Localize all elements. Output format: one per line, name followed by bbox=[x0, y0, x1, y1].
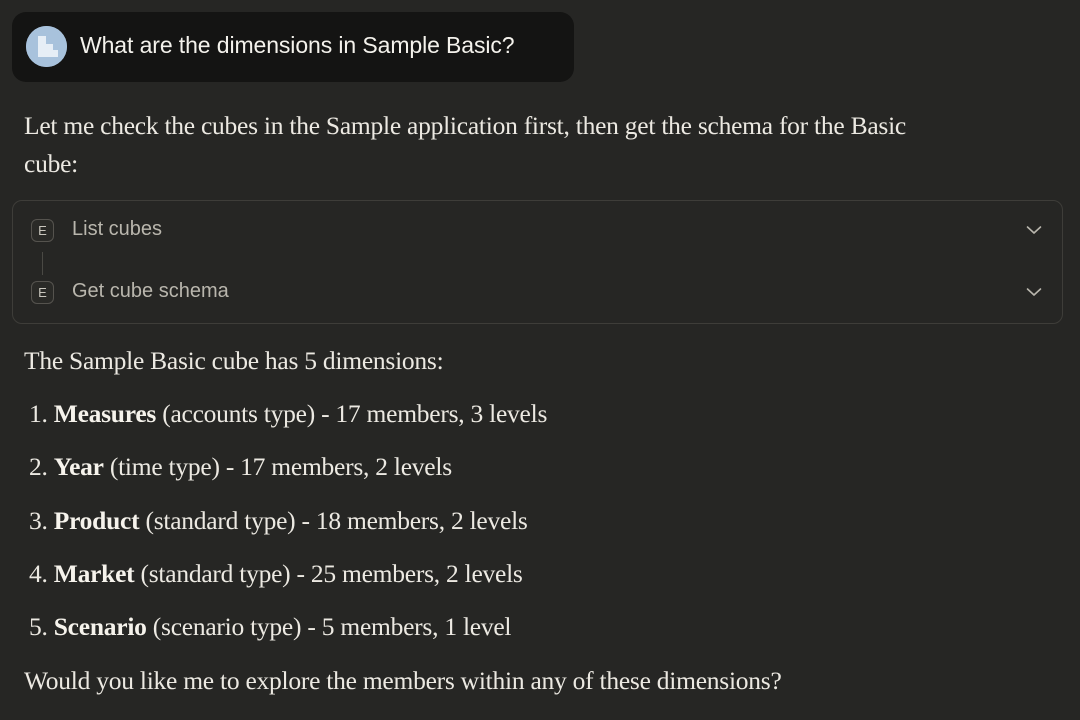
assistant-intro-line-2: cube: bbox=[24, 149, 78, 178]
tool-call-get-cube-schema[interactable]: E Get cube schema bbox=[13, 273, 1062, 313]
dimension-name: Product bbox=[53, 505, 140, 535]
dimension-number: 5. bbox=[29, 612, 48, 642]
dimension-number: 1. bbox=[29, 399, 48, 428]
user-message-bubble: What are the dimensions in Sample Basic? bbox=[12, 12, 574, 82]
tool-call-label: Get cube schema bbox=[72, 280, 229, 302]
tool-call-list-cubes[interactable]: E List cubes bbox=[13, 211, 1062, 251]
dimension-detail: (accounts type) - 17 members, 3 levels bbox=[162, 399, 548, 428]
dimensions-list: 1. Measures (accounts type) - 17 members… bbox=[29, 396, 547, 662]
tool-badge: E bbox=[31, 281, 54, 304]
dimension-detail: (standard type) - 18 members, 2 levels bbox=[145, 505, 528, 535]
dimension-number: 3. bbox=[29, 505, 48, 535]
dimension-name: Market bbox=[53, 558, 135, 588]
dimension-name: Scenario bbox=[53, 612, 147, 642]
dimension-name: Year bbox=[53, 452, 104, 482]
assistant-intro-line-1: Let me check the cubes in the Sample app… bbox=[24, 111, 906, 140]
closing-question: Would you like me to explore the members… bbox=[24, 666, 782, 695]
tool-connector-line bbox=[42, 252, 43, 275]
tool-calls-panel: E List cubes E Get cube schema bbox=[12, 200, 1063, 324]
assistant-intro: Let me check the cubes in the Sample app… bbox=[24, 107, 906, 183]
dimension-number: 2. bbox=[29, 452, 48, 482]
user-avatar-icon bbox=[26, 26, 67, 67]
user-message-text: What are the dimensions in Sample Basic? bbox=[80, 32, 515, 58]
list-item: 5. Scenario (scenario type) - 5 members,… bbox=[29, 609, 547, 662]
dimension-detail: (standard type) - 25 members, 2 levels bbox=[140, 558, 523, 588]
list-item: 4. Market (standard type) - 25 members, … bbox=[29, 556, 547, 609]
dimension-detail: (scenario type) - 5 members, 1 level bbox=[152, 612, 512, 642]
chevron-down-icon[interactable] bbox=[1026, 286, 1042, 298]
list-item: 1. Measures (accounts type) - 17 members… bbox=[29, 396, 547, 449]
dimension-number: 4. bbox=[29, 558, 48, 588]
dimension-detail: (time type) - 17 members, 2 levels bbox=[109, 452, 452, 482]
tool-call-label: List cubes bbox=[72, 218, 163, 240]
list-item: 3. Product (standard type) - 18 members,… bbox=[29, 503, 547, 556]
list-item: 2. Year (time type) - 17 members, 2 leve… bbox=[29, 449, 547, 502]
dimensions-summary: The Sample Basic cube has 5 dimensions: bbox=[24, 346, 444, 375]
chevron-down-icon[interactable] bbox=[1026, 224, 1042, 236]
tool-badge: E bbox=[31, 219, 54, 242]
dimension-name: Measures bbox=[53, 399, 157, 428]
